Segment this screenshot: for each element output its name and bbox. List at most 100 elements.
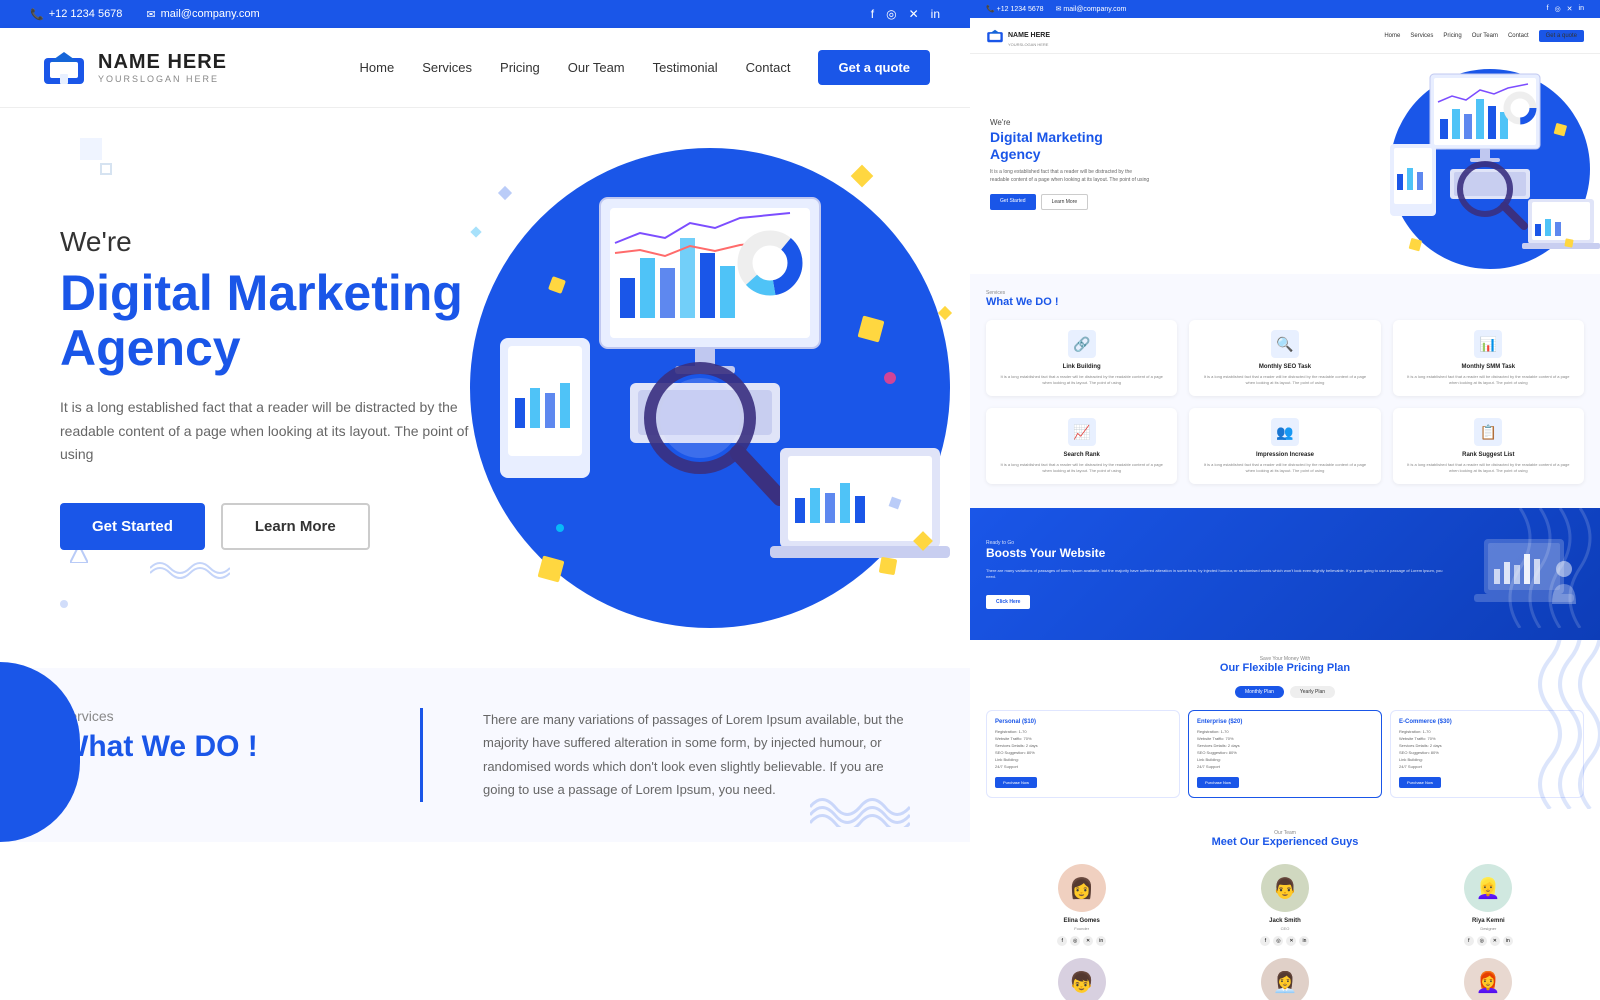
preview-li-3[interactable]: in — [1503, 936, 1513, 946]
phone-number: +12 1234 5678 — [49, 8, 123, 20]
learn-more-button[interactable]: Learn More — [221, 503, 370, 550]
preview-team-member-2: 👨 Jack Smith CEO f ◎ ✕ in — [1189, 864, 1380, 946]
preview-hero-devices — [1360, 54, 1600, 274]
preview-nav-pricing[interactable]: Pricing — [1443, 33, 1461, 39]
preview-fb-3[interactable]: f — [1464, 936, 1474, 946]
preview-team-member-3: 👱‍♀️ Riya Kemni Designer f ◎ ✕ in — [1393, 864, 1584, 946]
preview-personal-f6: 24/7 Support — [995, 764, 1171, 769]
linkedin-icon[interactable]: in — [931, 7, 940, 21]
preview-boost-section: Ready to Go Boosts Your Website There ar… — [970, 508, 1600, 640]
preview-member-socials-1: f ◎ ✕ in — [986, 936, 1177, 946]
preview-li-2[interactable]: in — [1299, 936, 1309, 946]
deco-square-2 — [100, 163, 112, 175]
preview-learn-more-btn[interactable]: Learn More — [1041, 194, 1089, 210]
preview-boost-title: Boosts Your Website — [986, 546, 1448, 560]
preview-tw-2[interactable]: ✕ — [1286, 936, 1296, 946]
deco-wave — [150, 553, 230, 588]
preview-get-started-btn[interactable]: Get Started — [990, 194, 1036, 210]
logo-name: NAME HERE — [98, 51, 227, 74]
nav-contact[interactable]: Contact — [746, 60, 791, 75]
preview-service-card-5: 👥 Impression Increase It is a long estab… — [1189, 408, 1380, 484]
hero-description: It is a long established fact that a rea… — [60, 396, 480, 467]
preview-service-card-3: 📊 Monthly SMM Task It is a long establis… — [1393, 320, 1584, 396]
preview-tab-yearly[interactable]: Yearly Plan — [1290, 686, 1335, 698]
preview-avatar-4: 👦 — [1058, 958, 1106, 1000]
get-quote-button[interactable]: Get a quote — [818, 50, 930, 85]
preview-hero-left: We're Digital Marketing Agency It is a l… — [990, 118, 1150, 211]
preview-team-grid: 👩 Elina Gomes Founder f ◎ ✕ in 👨 Ja — [986, 864, 1584, 1000]
hero-subtitle: We're — [60, 226, 480, 258]
preview-panel[interactable]: 📞 +12 1234 5678 ✉ mail@company.com f ◎ ✕… — [970, 0, 1600, 1000]
facebook-icon[interactable]: f — [871, 7, 874, 21]
services-label: Services — [60, 708, 360, 724]
preview-services-grid: 🔗 Link Building It is a long established… — [986, 320, 1584, 484]
logo-text: NAME HERE YOURSLOGAN HERE — [98, 51, 227, 84]
email-info: ✉ mail@company.com — [146, 8, 259, 21]
preview-personal-btn[interactable]: Purchase Now — [995, 777, 1037, 788]
preview-boost-btn[interactable]: Click Here — [986, 595, 1030, 609]
hero-buttons: Get Started Learn More — [60, 503, 480, 550]
preview-avatar-img-5: 👩‍💼 — [1261, 958, 1309, 1000]
preview-fb-1[interactable]: f — [1057, 936, 1067, 946]
logo-icon — [40, 48, 88, 88]
preview-boost-desc: There are many variations of passages of… — [986, 568, 1448, 581]
preview-enterprise-btn[interactable]: Purchase Now — [1197, 777, 1239, 788]
preview-nav: Home Services Pricing Our Team Contact G… — [1384, 30, 1584, 42]
nav-team[interactable]: Our Team — [568, 60, 625, 75]
preview-tw-3[interactable]: ✕ — [1490, 936, 1500, 946]
preview-services-section: Services What We DO ! 🔗 Link Building It… — [970, 274, 1600, 508]
services-title: What We DO ! — [60, 730, 360, 764]
nav-services[interactable]: Services — [422, 60, 472, 75]
preview-tab-monthly[interactable]: Monthly Plan — [1235, 686, 1284, 698]
preview-personal-f2: Website Traffic: 70% — [995, 736, 1171, 741]
nav-testimonial[interactable]: Testimonial — [653, 60, 718, 75]
email-address: mail@company.com — [161, 8, 260, 20]
preview-service-icon-1: 🔗 — [1068, 330, 1096, 358]
preview-nav-services[interactable]: Services — [1410, 33, 1433, 39]
social-icons-topbar: f ◎ ✕ in — [871, 7, 940, 21]
preview-fb-2[interactable]: f — [1260, 936, 1270, 946]
preview-ig-2[interactable]: ◎ — [1273, 936, 1283, 946]
preview-avatar-3: 👱‍♀️ — [1464, 864, 1512, 912]
preview-avatar-img-1: 👩 — [1058, 864, 1106, 912]
preview-nav-contact[interactable]: Contact — [1508, 33, 1529, 39]
preview-service-title-5: Impression Increase — [1199, 452, 1370, 458]
preview-personal-f3: Services Details: 2 days — [995, 743, 1171, 748]
preview-inner: 📞 +12 1234 5678 ✉ mail@company.com f ◎ ✕… — [970, 0, 1600, 1000]
preview-service-title-1: Link Building — [996, 364, 1167, 370]
phone-info: 📞 +12 1234 5678 — [30, 8, 122, 21]
preview-services-title: What We DO ! — [986, 296, 1584, 308]
hero-content: We're Digital Marketing Agency It is a l… — [60, 226, 480, 550]
preview-nav-team[interactable]: Our Team — [1472, 33, 1498, 39]
services-section: Services What We DO ! There are many var… — [0, 668, 970, 842]
instagram-icon[interactable]: ◎ — [886, 7, 896, 21]
preview-social: f ◎ ✕ in — [1547, 5, 1584, 13]
preview-quote-btn[interactable]: Get a quote — [1539, 30, 1584, 42]
preview-avatar-1: 👩 — [1058, 864, 1106, 912]
twitter-icon[interactable]: ✕ — [909, 7, 919, 21]
preview-fb-icon: f — [1547, 5, 1549, 13]
nav-home[interactable]: Home — [360, 60, 395, 75]
preview-team-member-5: 👩‍💼 Erinni Smith Marketer f ◎ ✕ in — [1189, 958, 1380, 1000]
main-nav: Home Services Pricing Our Team Testimoni… — [360, 50, 931, 85]
wave-deco-bottom — [810, 787, 910, 832]
preview-ig-1[interactable]: ◎ — [1070, 936, 1080, 946]
preview-nav-home[interactable]: Home — [1384, 33, 1400, 39]
deco-square-1 — [80, 138, 102, 160]
preview-service-icon-2: 🔍 — [1271, 330, 1299, 358]
preview-personal-title: Personal ($10) — [995, 719, 1171, 725]
preview-li-1[interactable]: in — [1096, 936, 1106, 946]
preview-member-name-2: Jack Smith — [1189, 918, 1380, 924]
preview-pricing-enterprise: Enterprise ($20) Registration: 1-70 Webs… — [1188, 710, 1382, 798]
preview-team-title: Meet Our Experienced Guys — [986, 836, 1584, 848]
preview-tw-1[interactable]: ✕ — [1083, 936, 1093, 946]
preview-ig-3[interactable]: ◎ — [1477, 936, 1487, 946]
nav-pricing[interactable]: Pricing — [500, 60, 540, 75]
get-started-button[interactable]: Get Started — [60, 503, 205, 550]
preview-ecommerce-btn[interactable]: Purchase Now — [1399, 777, 1441, 788]
preview-team-section: Our Team Meet Our Experienced Guys 👩 Eli… — [970, 814, 1600, 1000]
preview-service-icon-6: 📋 — [1474, 418, 1502, 446]
preview-avatar-img-3: 👱‍♀️ — [1464, 864, 1512, 912]
phone-icon: 📞 — [30, 8, 44, 21]
header: NAME HERE YOURSLOGAN HERE Home Services … — [0, 28, 970, 108]
